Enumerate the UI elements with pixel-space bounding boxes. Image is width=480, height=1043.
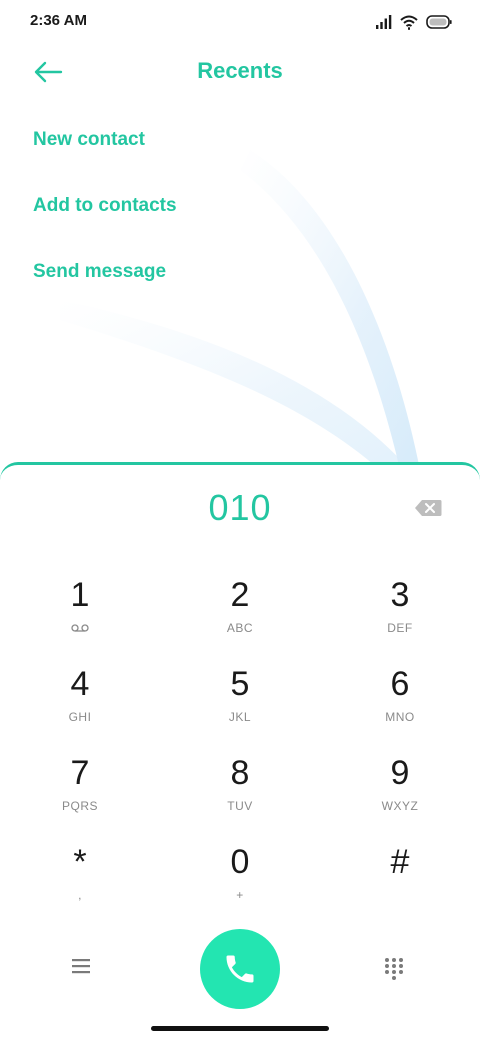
key-2[interactable]: 2 ABC [180, 575, 300, 655]
status-time: 2:36 AM [30, 12, 87, 29]
menu-icon [72, 959, 90, 974]
actions-list: New contact Add to contacts Send message [33, 118, 177, 316]
key-4[interactable]: 4 GHI [20, 664, 140, 744]
new-contact-link[interactable]: New contact [33, 118, 177, 184]
key-letters: ABC [226, 621, 254, 635]
key-digit: 2 [230, 576, 250, 614]
header: Recents [0, 44, 480, 102]
backspace-icon [415, 500, 442, 516]
key-digit: 9 [390, 754, 410, 792]
key-digit: # [390, 843, 410, 881]
key-hash[interactable]: # [340, 842, 460, 922]
key-digit: 7 [70, 754, 90, 792]
key-letters: MNO [385, 710, 415, 724]
key-digit: 5 [230, 665, 250, 703]
home-indicator[interactable] [151, 1026, 329, 1031]
status-icons [376, 12, 452, 32]
key-letters: WXYZ [381, 799, 419, 813]
key-digit: 6 [390, 665, 410, 703]
key-letters: + [236, 888, 244, 902]
key-letters [340, 888, 460, 902]
dialed-number: 010 [208, 487, 272, 528]
phone-icon [226, 955, 254, 983]
key-0[interactable]: 0 + [180, 842, 300, 922]
backspace-button[interactable] [414, 499, 442, 521]
key-letters: TUV [227, 799, 253, 813]
add-to-contacts-link[interactable]: Add to contacts [33, 184, 177, 250]
key-digit: * [73, 843, 87, 881]
key-digit: 4 [70, 665, 90, 703]
dialpad-icon [385, 958, 403, 980]
wifi-icon [400, 15, 418, 30]
dialer-panel: 010 1 2 ABC 3 DEF 4 GHI 5 JKL 6 MNO 7 PQ… [0, 462, 480, 1043]
key-letters: JKL [228, 710, 252, 724]
signal-icon [376, 15, 392, 29]
key-1[interactable]: 1 [20, 575, 140, 655]
voicemail-icon [71, 624, 89, 632]
key-letters: , [78, 888, 82, 902]
key-8[interactable]: 8 TUV [180, 753, 300, 833]
key-7[interactable]: 7 PQRS [20, 753, 140, 833]
key-6[interactable]: 6 MNO [340, 664, 460, 744]
menu-button[interactable] [70, 957, 98, 981]
key-letters: PQRS [61, 799, 98, 813]
key-digit: 1 [70, 576, 90, 614]
dialpad-toggle-button[interactable] [384, 957, 408, 981]
key-letters: DEF [387, 621, 413, 635]
key-9[interactable]: 9 WXYZ [340, 753, 460, 833]
key-digit: 3 [390, 576, 410, 614]
key-3[interactable]: 3 DEF [340, 575, 460, 655]
key-digit: 8 [230, 754, 250, 792]
call-button[interactable] [200, 929, 280, 1009]
page-title: Recents [197, 58, 283, 83]
status-bar: 2:36 AM [0, 0, 480, 44]
key-letters: GHI [68, 710, 92, 724]
key-digit: 0 [230, 843, 250, 881]
dialer-bottom-bar [0, 929, 480, 1009]
send-message-link[interactable]: Send message [33, 250, 177, 316]
key-subtext [20, 621, 140, 635]
key-star[interactable]: * , [20, 842, 140, 922]
key-5[interactable]: 5 JKL [180, 664, 300, 744]
battery-icon [426, 15, 452, 29]
